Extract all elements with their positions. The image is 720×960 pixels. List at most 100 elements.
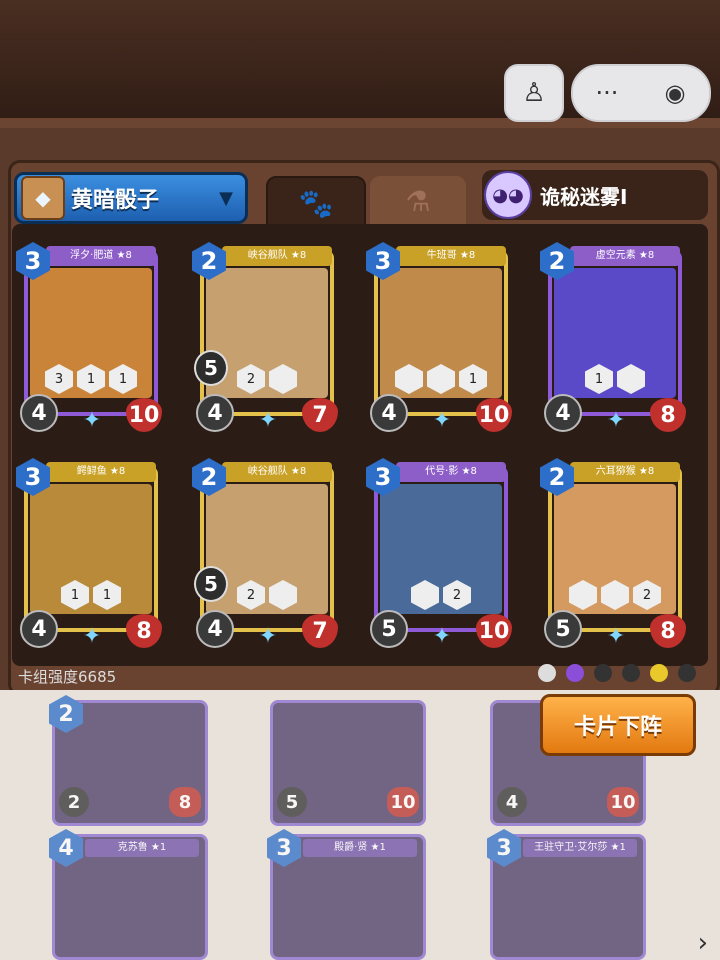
skill-icon xyxy=(411,580,439,610)
collection-card[interactable]: 3 王驻守卫·艾尔莎 ★1 xyxy=(487,829,646,960)
opponent-avatar: ◕◕ xyxy=(484,171,532,219)
card-attack: 4 xyxy=(544,394,582,432)
card-health: 10 xyxy=(476,398,512,432)
card-health: 7 xyxy=(302,398,338,432)
deck-card[interactable]: 牛班哥 ★8 3 1 4 ✦ 10 xyxy=(366,242,516,438)
tab-spells[interactable]: ⚗ xyxy=(370,176,466,226)
rarity-gem-icon: ✦ xyxy=(82,624,102,649)
card-attack: 4 xyxy=(20,610,58,648)
card-skills: 11 xyxy=(38,580,144,610)
rarity-gem-icon: ✦ xyxy=(258,408,278,433)
skill-icon: 1 xyxy=(77,364,105,394)
card-health: 10 xyxy=(126,398,162,432)
deck-book-icon: ◆ xyxy=(21,176,65,220)
deck-strength: 卡组强度6685 xyxy=(18,668,117,686)
skill-icon: 2 xyxy=(443,580,471,610)
flask-icon: ⚗ xyxy=(405,184,431,218)
faction-shadow-icon xyxy=(678,664,696,682)
skill-icon: 3 xyxy=(45,364,73,394)
card-health: 10 xyxy=(387,787,419,817)
deck-selector[interactable]: ◆ 黄暗骰子 ▼ xyxy=(14,172,248,224)
skill-icon: 1 xyxy=(93,580,121,610)
card-health: 10 xyxy=(607,787,639,817)
tab-units[interactable]: 🐾 xyxy=(266,176,366,230)
card-title: 峡谷舰队 ★8 xyxy=(222,462,332,482)
unequip-card-button[interactable]: 卡片下阵 xyxy=(540,694,696,756)
chevron-down-icon: ▼ xyxy=(219,187,233,209)
paw-icon: 🐾 xyxy=(298,186,334,220)
card-attack: 5 xyxy=(544,610,582,648)
card-health: 8 xyxy=(650,614,686,648)
deck-card[interactable]: 代号·影 ★8 3 2 5 ✦ 10 xyxy=(366,458,516,654)
deck-card[interactable]: 虚空元素 ★8 2 1 4 ✦ 8 xyxy=(540,242,690,438)
card-attack: 5 xyxy=(277,787,307,817)
card-title: 鳄鲟鱼 ★8 xyxy=(46,462,156,482)
faction-purple-icon xyxy=(566,664,584,682)
deck-card[interactable]: 六耳猕猴 ★8 2 2 5 ✦ 8 xyxy=(540,458,690,654)
card-skills: 311 xyxy=(38,364,144,394)
skill-icon: 1 xyxy=(459,364,487,394)
skill-icon xyxy=(395,364,423,394)
skill-icon xyxy=(601,580,629,610)
card-health: 8 xyxy=(126,614,162,648)
skill-icon xyxy=(617,364,645,394)
skill-icon: 2 xyxy=(237,580,265,610)
faction-dark-icon xyxy=(594,664,612,682)
card-health: 7 xyxy=(302,614,338,648)
skill-icon: 2 xyxy=(237,364,265,394)
faction-icons xyxy=(538,664,696,682)
card-health: 8 xyxy=(650,398,686,432)
deck-name: 黄暗骰子 xyxy=(71,188,160,213)
mini-program-capsule[interactable]: ··· ◉ xyxy=(571,64,711,122)
card-health: 8 xyxy=(169,787,201,817)
rarity-gem-icon: ✦ xyxy=(432,408,452,433)
skill-icon: 1 xyxy=(585,364,613,394)
card-attack: 4 xyxy=(196,394,234,432)
skill-icon xyxy=(269,364,297,394)
card-attack: 5 xyxy=(370,610,408,648)
card-cost: 4 xyxy=(49,829,83,867)
deck-card[interactable]: 浮夕·肥道 ★8 3 3 1 1 4 ✦ 10 xyxy=(16,242,166,438)
rarity-gem-icon: ✦ xyxy=(432,624,452,649)
rarity-gem-icon: ✦ xyxy=(258,624,278,649)
next-page-arrow-icon[interactable]: › xyxy=(698,928,708,958)
deck-card[interactable]: 鳄鲟鱼 ★8 3 1 1 4 ✦ 8 xyxy=(16,458,166,654)
card-attack: 4 xyxy=(20,394,58,432)
card-cost: 2 xyxy=(49,695,83,733)
card-attack: 4 xyxy=(196,610,234,648)
rarity-gem-icon: ✦ xyxy=(82,408,102,433)
rarity-gem-icon: ✦ xyxy=(606,408,626,433)
card-title: 浮夕·肥道 ★8 xyxy=(46,246,156,266)
card-cost: 3 xyxy=(267,829,301,867)
card-attack: 4 xyxy=(497,787,527,817)
card-skills: 1 xyxy=(562,364,668,394)
faction-yellow-icon xyxy=(650,664,668,682)
opponent-banner[interactable]: ◕◕ 诡秘迷雾Ⅰ xyxy=(482,170,708,220)
card-title: 六耳猕猴 ★8 xyxy=(570,462,680,482)
card-skills: 2 xyxy=(388,580,494,610)
skill-icon: 2 xyxy=(633,580,661,610)
deck-card[interactable]: 峡谷舰队 ★8 2 5 2 4 ✦ 7 xyxy=(192,458,342,654)
skill-icon: 1 xyxy=(109,364,137,394)
profile-button[interactable]: ♙ xyxy=(504,64,564,122)
close-target-icon[interactable]: ◉ xyxy=(641,79,709,107)
card-title: 王驻守卫·艾尔莎 ★1 xyxy=(523,839,637,857)
card-attack: 4 xyxy=(370,394,408,432)
more-menu-icon[interactable]: ··· xyxy=(573,79,641,107)
card-title: 虚空元素 ★8 xyxy=(570,246,680,266)
collection-card[interactable]: 4 克苏鲁 ★1 xyxy=(49,829,208,960)
collection-card[interactable]: 2 2 8 xyxy=(49,695,208,826)
collection-card[interactable]: 3 殿爵·贤 ★1 xyxy=(267,829,426,960)
card-health: 10 xyxy=(476,614,512,648)
card-skills: 2 xyxy=(562,580,668,610)
opponent-name: 诡秘迷雾Ⅰ xyxy=(540,184,628,209)
skill-icon: 1 xyxy=(61,580,89,610)
rarity-gem-icon: ✦ xyxy=(606,624,626,649)
card-title: 牛班哥 ★8 xyxy=(396,246,506,266)
card-title: 克苏鲁 ★1 xyxy=(85,839,199,857)
person-pin-icon: ♙ xyxy=(522,78,546,108)
deck-card[interactable]: 峡谷舰队 ★8 2 5 2 4 ✦ 7 xyxy=(192,242,342,438)
skill-icon xyxy=(569,580,597,610)
faction-dark2-icon xyxy=(622,664,640,682)
collection-card[interactable]: 5 10 xyxy=(270,700,426,826)
